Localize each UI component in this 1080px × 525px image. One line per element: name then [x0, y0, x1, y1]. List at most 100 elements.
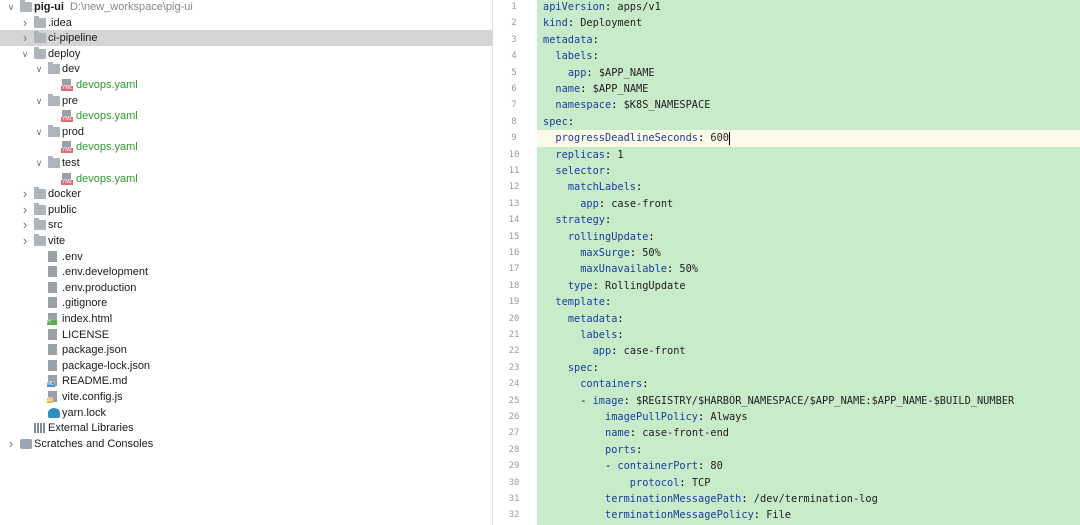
line-content[interactable]: ports: — [537, 442, 1080, 458]
tree-item-devops-yaml[interactable]: devops.yaml — [0, 77, 493, 93]
tree-item-pre[interactable]: ∨ pre — [0, 93, 493, 109]
tree-item-devops-yaml[interactable]: devops.yaml — [0, 139, 493, 155]
tree-item-license[interactable]: LICENSE — [0, 327, 493, 343]
tree-item-index-html[interactable]: index.html — [0, 311, 493, 327]
line-content[interactable]: matchLabels: — [537, 179, 1080, 195]
line-content[interactable]: strategy: — [537, 212, 1080, 228]
tree-item-test[interactable]: ∨ test — [0, 155, 493, 171]
tree-item-pig-ui[interactable]: ∨ pig-ui D:\new_workspace\pig-ui — [0, 0, 493, 15]
label-text: ci-pipeline — [48, 32, 98, 45]
tree-item-label: devops.yaml — [76, 139, 138, 155]
tree-item--env[interactable]: .env — [0, 249, 493, 265]
line-content[interactable]: kind: Deployment — [537, 15, 1080, 31]
tree-item-external-libraries[interactable]: External Libraries — [0, 420, 493, 436]
line-number: 7 — [511, 100, 517, 111]
project-tree[interactable]: ∨ pig-ui D:\new_workspace\pig-ui › .idea › ci-… — [0, 0, 493, 525]
line-number: 9 — [511, 133, 517, 144]
label-text: devops.yaml — [76, 79, 138, 91]
code-line: 32 terminationMessagePolicy: File — [494, 507, 1080, 523]
line-content[interactable]: app: case-front — [537, 196, 1080, 212]
line-content[interactable]: maxUnavailable: 50% — [537, 261, 1080, 277]
line-content[interactable]: name: $APP_NAME — [537, 81, 1080, 97]
text-file-icon — [48, 250, 57, 262]
line-content[interactable]: type: RollingUpdate — [537, 278, 1080, 294]
tree-item-package-json[interactable]: package.json — [0, 342, 493, 358]
json-file-icon — [48, 344, 57, 356]
tree-item-yarn-lock[interactable]: yarn.lock — [0, 405, 493, 421]
line-content[interactable]: - containerPort: 80 — [537, 458, 1080, 474]
tree-item-deploy[interactable]: ∨ deploy — [0, 46, 493, 62]
line-content[interactable]: protocol: TCP — [537, 475, 1080, 491]
line-content[interactable]: apiVersion: apps/v1 — [537, 0, 1080, 15]
label-text: .env.production — [62, 281, 137, 294]
line-content[interactable]: name: case-front-end — [537, 425, 1080, 441]
code-line: 21 labels: — [494, 327, 1080, 343]
tree-item-vite[interactable]: › vite — [0, 233, 493, 249]
line-content[interactable]: progressDeadlineSeconds: 600 — [537, 130, 1080, 147]
tree-item-label: .env — [62, 249, 83, 265]
line-content[interactable]: metadata: — [537, 32, 1080, 48]
line-content[interactable]: rollingUpdate: — [537, 229, 1080, 245]
chevron-down-icon[interactable]: ∨ — [34, 155, 44, 171]
folder-icon — [34, 202, 46, 215]
line-content[interactable]: labels: — [537, 327, 1080, 343]
line-content[interactable]: - image: $REGISTRY/$HARBOR_NAMESPACE/$AP… — [537, 393, 1080, 409]
chevron-down-icon[interactable]: ∨ — [34, 61, 44, 77]
markdown-file-icon — [47, 375, 57, 388]
chevron-right-icon[interactable]: › — [20, 15, 30, 31]
yaml-key: strategy — [555, 214, 606, 227]
chevron-right-icon[interactable]: › — [20, 233, 30, 249]
tree-item-ci-pipeline[interactable]: › ci-pipeline — [0, 30, 493, 47]
yaml-key: name — [605, 427, 630, 440]
line-content[interactable]: spec: — [537, 114, 1080, 130]
tree-item--idea[interactable]: › .idea — [0, 15, 493, 31]
chevron-down-icon[interactable]: ∨ — [20, 46, 30, 62]
line-content[interactable]: terminationMessagePath: /dev/termination… — [537, 491, 1080, 507]
line-number: 2 — [511, 18, 517, 29]
tree-item-label: pig-ui D:\new_workspace\pig-ui — [34, 0, 193, 15]
tree-item-docker[interactable]: › docker — [0, 186, 493, 202]
chevron-right-icon[interactable]: › — [20, 186, 30, 202]
chevron-right-icon[interactable]: › — [20, 217, 30, 233]
tree-item-public[interactable]: › public — [0, 202, 493, 218]
line-content[interactable]: template: — [537, 294, 1080, 310]
chevron-down-icon[interactable]: ∨ — [34, 124, 44, 140]
line-content[interactable]: spec: — [537, 360, 1080, 376]
chevron-right-icon[interactable]: › — [6, 436, 16, 452]
line-content[interactable]: app: case-front — [537, 343, 1080, 359]
chevron-down-icon[interactable]: ∨ — [34, 93, 44, 109]
code-editor[interactable]: 1 apiVersion: apps/v1 2 kind: Deployment 3 me… — [494, 0, 1080, 525]
line-content[interactable]: selector: — [537, 163, 1080, 179]
line-content[interactable]: labels: — [537, 48, 1080, 64]
line-content[interactable]: app: $APP_NAME — [537, 65, 1080, 81]
tree-item-devops-yaml[interactable]: devops.yaml — [0, 171, 493, 187]
tree-item-src[interactable]: › src — [0, 217, 493, 233]
line-content[interactable]: containers: — [537, 376, 1080, 392]
tree-item-readme-md[interactable]: README.md — [0, 373, 493, 389]
label-text: package-lock.json — [62, 359, 151, 372]
line-content[interactable]: maxSurge: 50% — [537, 245, 1080, 261]
tree-item--gitignore[interactable]: .gitignore — [0, 295, 493, 311]
tree-item-devops-yaml[interactable]: devops.yaml — [0, 108, 493, 124]
yaml-file-icon — [61, 172, 74, 185]
line-content[interactable]: terminationMessagePolicy: File — [537, 507, 1080, 523]
tree-item-scratches-and-consoles[interactable]: › Scratches and Consoles — [0, 436, 493, 452]
line-content[interactable]: namespace: $K8S_NAMESPACE — [537, 97, 1080, 113]
label-text: src — [48, 219, 63, 232]
yaml-key: spec — [567, 361, 593, 374]
tree-item-dev[interactable]: ∨ dev — [0, 61, 493, 77]
chevron-right-icon[interactable]: › — [20, 202, 30, 218]
line-content[interactable]: metadata: — [537, 311, 1080, 327]
tree-item-package-lock-json[interactable]: package-lock.json — [0, 358, 493, 374]
tree-item--env-development[interactable]: .env.development — [0, 264, 493, 280]
line-number: 15 — [508, 231, 520, 242]
chevron-right-icon[interactable]: › — [20, 30, 30, 46]
line-content[interactable]: imagePullPolicy: Always — [537, 409, 1080, 425]
chevron-down-icon[interactable]: ∨ — [6, 0, 16, 15]
text-file-icon — [48, 266, 57, 278]
tree-item--env-production[interactable]: .env.production — [0, 280, 493, 296]
yaml-key: type — [567, 279, 593, 292]
tree-item-prod[interactable]: ∨ prod — [0, 124, 493, 140]
tree-item-vite-config-js[interactable]: vite.config.js — [0, 389, 493, 405]
line-content[interactable]: replicas: 1 — [537, 147, 1080, 163]
